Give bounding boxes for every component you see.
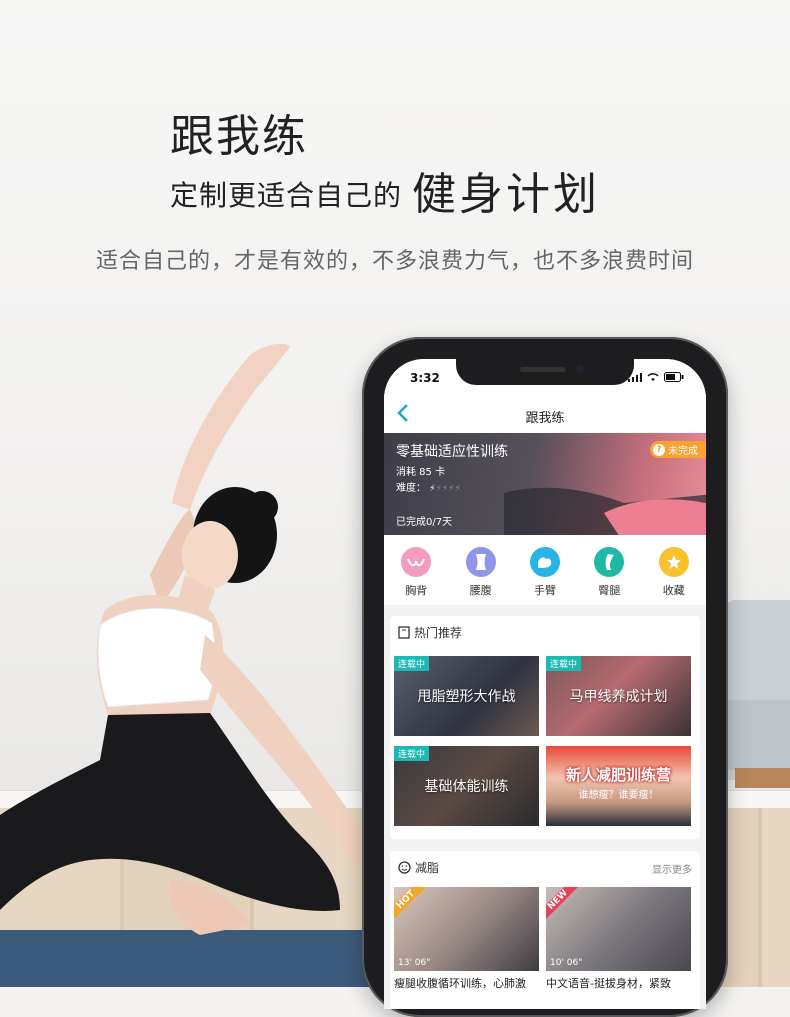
banner-calories: 消耗 85 卡 [396,467,446,478]
category-label: 收藏 [662,584,685,597]
category-label: 胸背 [405,584,428,597]
category-label: 腰腹 [469,584,492,597]
yoga-woman-illustration [0,343,370,935]
fat-header: 减脂 [398,859,439,876]
category-waist[interactable]: 腰腹 [451,535,511,605]
hero-subtitle-emphasis: 健身计划 [412,169,601,220]
course-tile[interactable]: 连载中 甩脂塑形大作战 [394,656,539,736]
category-bar: 胸背 腰腹 手臂 臀腿 收藏 [384,535,706,605]
sofa-base [735,768,790,788]
hero-subtitle-prefix: 定制更适合自己的 [170,179,403,212]
chest-icon [401,547,432,577]
battery-icon [664,372,684,382]
star-icon [658,547,689,577]
category-chest-back[interactable]: 胸背 [386,535,446,605]
difficulty-label: 难度： [396,483,426,494]
category-hip-leg[interactable]: 臀腿 [579,535,639,605]
course-tile[interactable]: 新人减肥训练营 谁想瘦？谁要瘦！ [546,746,691,826]
leg-icon [594,547,625,577]
arm-icon [529,547,560,577]
category-label: 手臂 [533,584,556,597]
banner-title: 零基础适应性训练 [396,444,508,460]
phone-frame: 3:32 跟我练 零基础适应性训练 消耗 85 卡 难度： ⚡⚡⚡⚡⚡ 已完成0… [362,337,728,1017]
course-title: 基础体能训练 [424,779,509,795]
category-favorites[interactable]: 收藏 [644,535,704,605]
banner-difficulty: 难度： ⚡⚡⚡⚡⚡ [396,479,461,494]
status-badge: ? 未完成 [650,441,706,458]
hero-subtitle: 定制更适合自己的 健身计划 [170,158,600,222]
status-time: 3:32 [410,371,440,385]
hot-ribbon: HOT [394,887,431,925]
hot-header-label: 热门推荐 [414,626,463,640]
difficulty-bolt-icons: ⚡⚡⚡⚡⚡ [429,483,461,494]
nav-title: 跟我练 [525,411,565,426]
banner-figure-image [504,487,706,535]
speaker-grille [520,367,566,372]
smile-icon [398,861,411,874]
waist-icon [465,547,496,577]
bolt-icon: ⚡ [454,484,461,494]
course-subtitle: 谁想瘦？谁要瘦！ [578,790,659,801]
bolt-icon: ⚡ [448,484,455,494]
hot-header: 热门推荐 [398,624,462,641]
bolt-icon: ⚡ [429,484,436,494]
video-thumbnail[interactable]: NEW 10' 06" [546,887,691,971]
course-tile[interactable]: 连载中 马甲线养成计划 [546,656,691,736]
serial-tag: 连载中 [394,746,430,761]
wifi-icon [647,372,659,381]
video-duration: 13' 06" [398,958,431,968]
fat-loss-section: 减脂 显示更多 HOT 13' 06" 瘦腿收腹循环训练，心肺激 NEW 10'… [390,851,700,1009]
video-duration: 10' 06" [550,958,583,968]
question-icon: ? [653,443,665,456]
hero-title: 跟我练 [170,111,308,162]
video-thumbnail[interactable]: HOT 13' 06" [394,887,539,971]
plan-banner[interactable]: 零基础适应性训练 消耗 85 卡 难度： ⚡⚡⚡⚡⚡ 已完成0/7天 ? 未完成 [384,433,706,535]
phone-screen: 3:32 跟我练 零基础适应性训练 消耗 85 卡 难度： ⚡⚡⚡⚡⚡ 已完成0… [384,359,706,1009]
hero-description: 适合自己的，才是有效的，不多浪费力气，也不多浪费时间 [95,249,694,274]
serial-tag: 连载中 [394,656,430,671]
phone-notch [456,359,634,385]
course-title: 马甲线养成计划 [569,689,668,705]
serial-tag: 连载中 [546,656,582,671]
show-more-link[interactable]: 显示更多 [652,861,692,876]
hot-recommend-section: 热门推荐 连载中 甩脂塑形大作战 连载中 马甲线养成计划 连载中 基础体能训练 … [390,616,700,839]
new-ribbon: NEW [546,887,583,925]
nav-bar: 跟我练 [384,399,706,433]
category-label: 臀腿 [598,584,621,597]
course-title: 甩脂塑形大作战 [417,689,516,705]
video-title[interactable]: 瘦腿收腹循环训练，心肺激 [394,975,544,991]
banner-progress: 已完成0/7天 [396,517,453,528]
book-icon [398,626,410,639]
course-tile[interactable]: 连载中 基础体能训练 [394,746,539,826]
fat-header-label: 减脂 [415,861,440,875]
category-arm[interactable]: 手臂 [515,535,575,605]
front-camera [576,365,584,373]
status-badge-label: 未完成 [668,446,698,457]
status-icons [628,372,684,382]
bolt-icon: ⚡ [435,484,442,494]
video-title[interactable]: 中文语音-挺拔身材，紧致 [546,975,696,991]
course-title: 新人减肥训练营 [565,766,671,784]
